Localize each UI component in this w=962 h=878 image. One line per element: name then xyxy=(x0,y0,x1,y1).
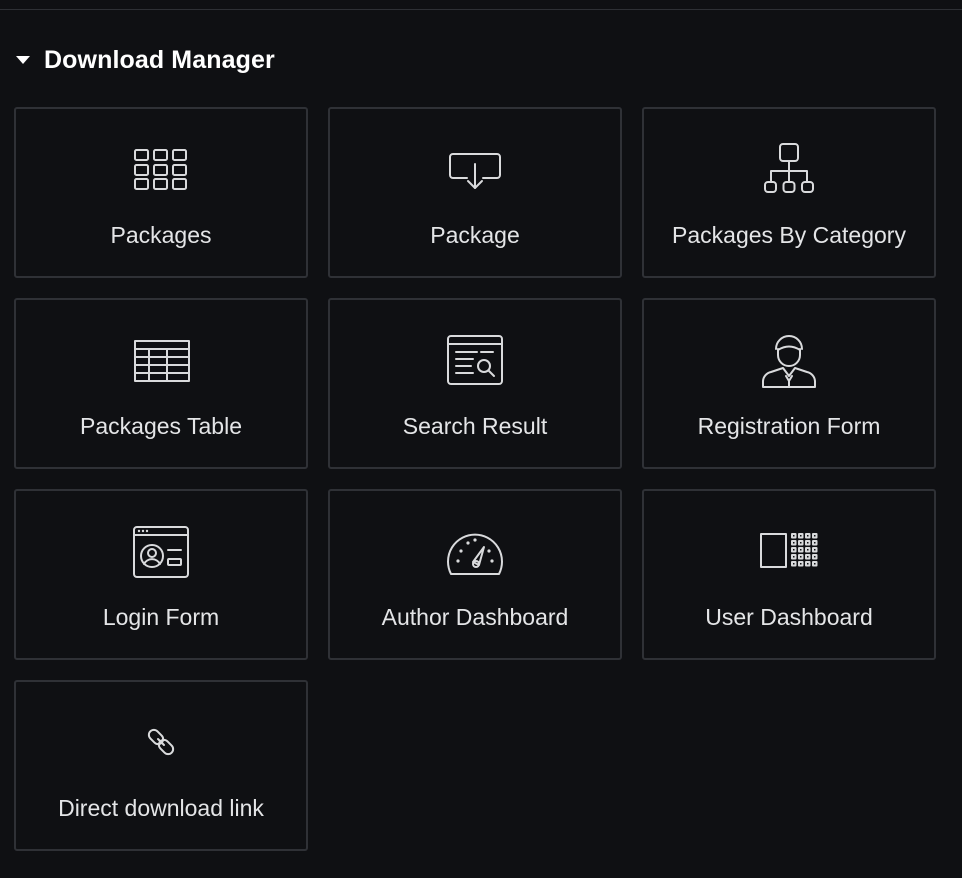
search-document-icon xyxy=(445,333,505,389)
widget-label: Direct download link xyxy=(58,795,264,821)
widget-tile-package[interactable]: Package xyxy=(328,107,622,278)
widget-tile-packages-by-category[interactable]: Packages By Category xyxy=(642,107,936,278)
widget-tile-packages-table[interactable]: Packages Table xyxy=(14,298,308,469)
widget-label: Package xyxy=(430,222,520,248)
login-card-icon xyxy=(131,524,191,580)
widget-label: Author Dashboard xyxy=(381,604,569,630)
table-icon xyxy=(131,333,191,389)
section-header-toggle[interactable]: Download Manager xyxy=(14,42,275,78)
widget-tile-user-dashboard[interactable]: User Dashboard xyxy=(642,489,936,660)
widget-label: Packages Table xyxy=(80,413,242,439)
link-icon xyxy=(131,715,191,771)
section-title: Download Manager xyxy=(44,45,275,74)
widget-label: Registration Form xyxy=(697,413,881,439)
widget-label: Search Result xyxy=(402,413,548,439)
widget-tile-search-result[interactable]: Search Result xyxy=(328,298,622,469)
hierarchy-icon xyxy=(759,142,819,198)
widget-grid: Packages Package Packages By Category Pa… xyxy=(14,107,936,851)
widget-tile-direct-download-link[interactable]: Direct download link xyxy=(14,680,308,851)
widget-tile-registration-form[interactable]: Registration Form xyxy=(642,298,936,469)
download-box-icon xyxy=(445,142,505,198)
widget-tile-login-form[interactable]: Login Form xyxy=(14,489,308,660)
dashboard-panel-icon xyxy=(759,524,819,580)
widget-label: Packages xyxy=(110,222,212,248)
widget-label: Login Form xyxy=(102,604,220,630)
widget-tile-packages[interactable]: Packages xyxy=(14,107,308,278)
widget-tile-author-dashboard[interactable]: Author Dashboard xyxy=(328,489,622,660)
top-divider xyxy=(0,9,962,10)
widget-label: Packages By Category xyxy=(672,222,906,248)
grid-icon xyxy=(131,142,191,198)
caret-down-icon xyxy=(16,56,30,64)
widget-label: User Dashboard xyxy=(705,604,873,630)
gauge-icon xyxy=(445,524,505,580)
user-person-icon xyxy=(759,333,819,389)
